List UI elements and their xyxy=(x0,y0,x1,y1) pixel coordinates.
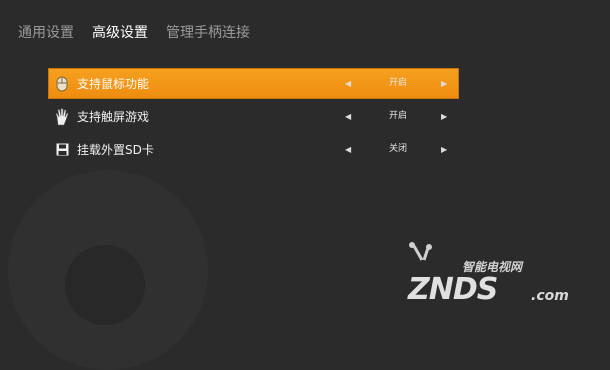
arrow-left-icon[interactable]: ◀ xyxy=(345,134,351,165)
setting-value: 开启 xyxy=(388,111,407,121)
arrow-right-icon[interactable]: ▶ xyxy=(441,101,447,132)
watermark-domain: .com xyxy=(531,288,569,304)
tab-manage-controller[interactable]: 管理手柄连接 xyxy=(166,22,250,42)
arrow-left-icon[interactable]: ◀ xyxy=(345,68,351,99)
setting-row-mouse-support[interactable]: 支持鼠标功能 ◀ 开启 ▶ xyxy=(48,68,459,99)
tab-advanced-settings[interactable]: 高级设置 xyxy=(92,22,148,42)
settings-menu: 支持鼠标功能 ◀ 开启 ▶ 支持触屏游戏 ◀ 开启 ▶ 挂载外置SD卡 ◀ 关闭… xyxy=(48,68,459,167)
settings-tabs: 通用设置 高级设置 管理手柄连接 xyxy=(18,22,250,42)
watermark-brand: ZNDS xyxy=(408,272,498,307)
setting-row-touch-games[interactable]: 支持触屏游戏 ◀ 开启 ▶ xyxy=(48,101,459,132)
tab-general-settings[interactable]: 通用设置 xyxy=(18,22,74,42)
background-gear-center xyxy=(65,245,145,325)
setting-value: 开启 xyxy=(388,78,407,88)
arrow-right-icon[interactable]: ▶ xyxy=(441,68,447,99)
save-disk-icon xyxy=(53,141,71,159)
hand-icon xyxy=(53,107,71,126)
setting-label: 挂载外置SD卡 xyxy=(77,143,154,157)
mouse-icon xyxy=(53,75,71,93)
setting-row-mount-sd-card[interactable]: 挂载外置SD卡 ◀ 关闭 ▶ xyxy=(48,134,459,165)
arrow-right-icon[interactable]: ▶ xyxy=(441,134,447,165)
arrow-left-icon[interactable]: ◀ xyxy=(345,101,351,132)
setting-label: 支持触屏游戏 xyxy=(77,110,150,124)
setting-value: 关闭 xyxy=(388,144,407,154)
setting-label: 支持鼠标功能 xyxy=(77,77,150,91)
